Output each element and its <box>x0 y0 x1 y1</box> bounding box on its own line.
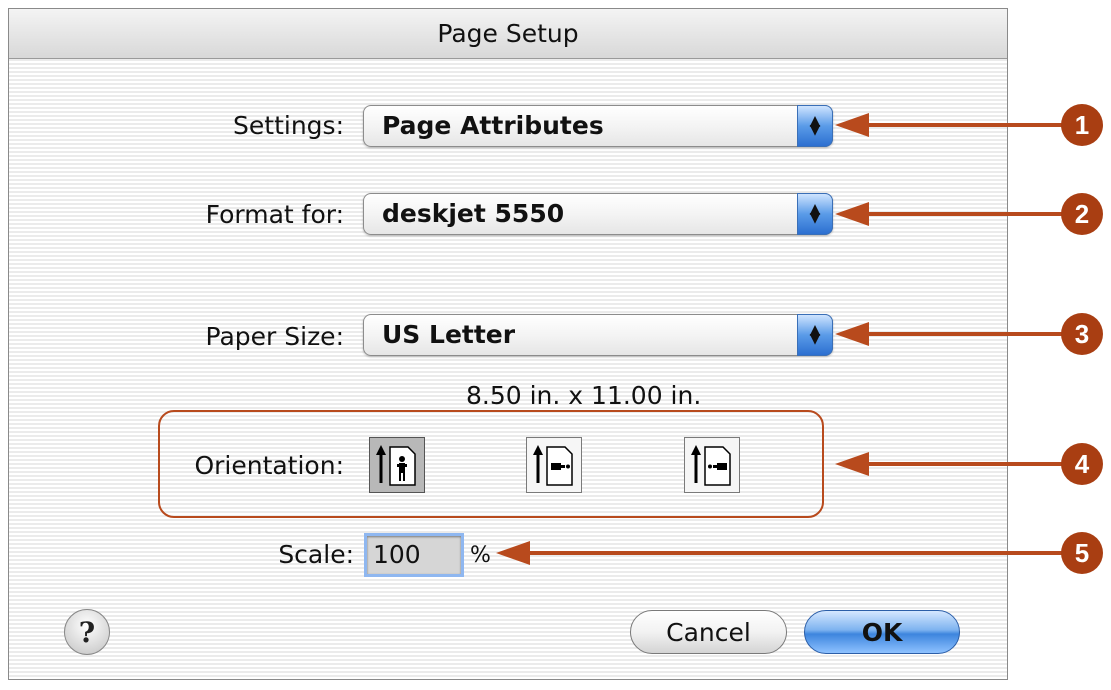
up-down-arrows-icon: ▲ ▼ <box>797 105 833 147</box>
callout-arrow-icon <box>835 452 869 476</box>
question-mark-icon: ? <box>78 615 96 649</box>
callout-number: 2 <box>1061 193 1103 235</box>
callout-arrow-icon <box>835 202 869 226</box>
paper-dimensions: 8.50 in. x 11.00 in. <box>466 381 702 410</box>
format-for-value: deskjet 5550 <box>382 199 565 228</box>
ok-button[interactable]: OK <box>804 610 960 654</box>
orientation-landscape-button[interactable] <box>526 437 582 493</box>
callout-line <box>868 462 1068 466</box>
callout-arrow-icon <box>835 113 869 137</box>
scale-unit: % <box>470 543 491 568</box>
format-for-popup[interactable]: deskjet 5550 ▲ ▼ <box>363 193 833 235</box>
callout-line <box>868 212 1068 216</box>
portrait-page-icon <box>376 445 416 486</box>
orientation-reverse-landscape-button[interactable] <box>684 437 740 493</box>
settings-label: Settings: <box>233 111 344 140</box>
scale-input[interactable]: 100 <box>364 533 464 577</box>
help-button[interactable]: ? <box>64 609 110 655</box>
paper-size-popup[interactable]: US Letter ▲ ▼ <box>363 314 833 356</box>
format-for-label: Format for: <box>205 200 344 229</box>
callout-line <box>868 123 1068 127</box>
callout-number: 4 <box>1061 443 1103 485</box>
scale-label: Scale: <box>278 540 354 569</box>
paper-size-value: US Letter <box>382 320 516 349</box>
callout-line <box>868 332 1068 336</box>
settings-popup[interactable]: Page Attributes ▲ ▼ <box>363 105 833 147</box>
callout-arrow-icon <box>496 541 530 565</box>
up-down-arrows-icon: ▲ ▼ <box>797 193 833 235</box>
settings-value: Page Attributes <box>382 111 604 140</box>
callout-arrow-icon <box>835 322 869 346</box>
paper-size-label: Paper Size: <box>205 322 345 351</box>
callout-number: 3 <box>1061 313 1103 355</box>
cancel-button[interactable]: Cancel <box>630 610 787 654</box>
callout-line <box>528 551 1068 555</box>
landscape-page-icon <box>533 445 573 486</box>
callout-number: 1 <box>1061 104 1103 146</box>
reverse-landscape-page-icon <box>691 445 731 486</box>
orientation-portrait-button[interactable] <box>369 437 425 493</box>
callout-number: 5 <box>1061 532 1103 574</box>
orientation-label: Orientation: <box>194 451 344 480</box>
dialog-title: Page Setup <box>9 9 1007 59</box>
up-down-arrows-icon: ▲ ▼ <box>797 314 833 356</box>
